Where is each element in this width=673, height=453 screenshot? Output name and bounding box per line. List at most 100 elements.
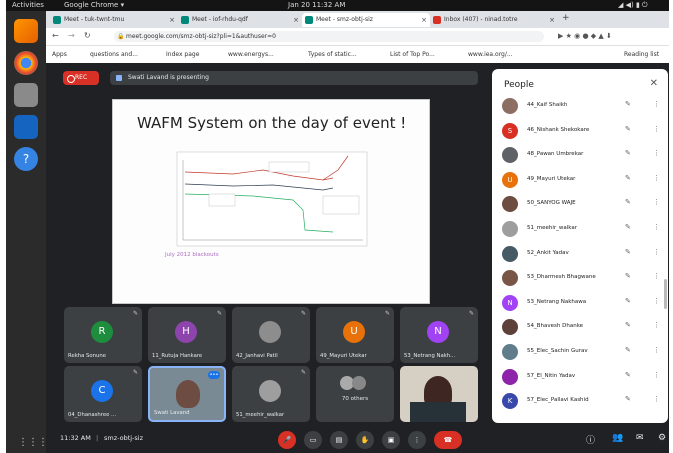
- reading-list[interactable]: Reading list: [624, 46, 659, 63]
- more-vert-icon[interactable]: ⋮: [653, 100, 660, 108]
- presenter-video-tile[interactable]: ••• Swati Lavand: [148, 366, 226, 422]
- app-grid-icon[interactable]: ⋮⋮⋮: [18, 437, 48, 448]
- bookmark-energys[interactable]: www.energys...: [228, 46, 274, 63]
- more-vert-icon[interactable]: ⋮: [653, 149, 660, 157]
- participant-tile[interactable]: ✎ R Rekha Sonune: [64, 307, 142, 363]
- people-list-item[interactable]: 55_Elec_Sachin Gurav ✎ ⋮: [502, 341, 662, 363]
- chat-icon[interactable]: ✉: [636, 433, 644, 443]
- files-icon[interactable]: [14, 83, 38, 107]
- participant-name: 55_Elec_Sachin Gurav: [527, 348, 588, 354]
- more-vert-icon[interactable]: ⋮: [653, 248, 660, 256]
- participant-name: 53_Dharmesh Bhagwane: [527, 274, 596, 281]
- clock[interactable]: Jan 20 11:32 AM: [288, 0, 345, 11]
- participant-name: 57_Elec_Pallavi Kashid: [527, 397, 589, 404]
- people-list-item[interactable]: 54_Bhavesh Dhanke ✎ ⋮: [502, 316, 662, 338]
- bookmark-iea[interactable]: www.iea.org/...: [468, 46, 513, 63]
- more-vert-icon[interactable]: ⋮: [653, 371, 660, 379]
- present-button[interactable]: ▣: [382, 431, 400, 449]
- system-tray-icons[interactable]: ◢ ◀) ▮ ⏻: [618, 0, 648, 11]
- meeting-time: 11:32 AM: [60, 434, 91, 442]
- mic-off-button[interactable]: 🎤: [278, 431, 296, 449]
- mic-off-icon: ✎: [625, 321, 631, 330]
- people-list-item[interactable]: S 46_Nishank Shekokare ✎ ⋮: [502, 120, 662, 142]
- meet-icon: [53, 16, 61, 24]
- close-tab-icon[interactable]: ×: [293, 13, 299, 27]
- participant-tile[interactable]: ✎ N 53_Netrang Nakh...: [400, 307, 478, 363]
- more-vert-icon[interactable]: ⋮: [653, 198, 660, 206]
- more-options-button[interactable]: ⋮: [408, 431, 426, 449]
- tab-label: Meet - iof-rhdu-qdf: [192, 16, 248, 23]
- meet-icon: [181, 16, 189, 24]
- tab-meet-3[interactable]: Meet - smz-obtj-siz ×: [302, 13, 430, 27]
- browser-chrome: Meet - tuk-twnt-tmu × Meet - iof-rhdu-qd…: [46, 11, 669, 63]
- bookmark-top-po[interactable]: List of Top Po...: [390, 46, 435, 63]
- camera-button[interactable]: ▭: [304, 431, 322, 449]
- app-menu[interactable]: Google Chrome ▾: [64, 0, 124, 11]
- people-list-item[interactable]: U 49_Mayuri Utekar ✎ ⋮: [502, 169, 662, 191]
- chrome-icon[interactable]: [14, 51, 38, 75]
- bookmarks-bar: Apps questions and... Index page www.ene…: [46, 45, 669, 63]
- forward-icon[interactable]: →: [68, 31, 75, 40]
- close-tab-icon[interactable]: ×: [549, 13, 555, 27]
- firefox-icon[interactable]: [14, 19, 38, 43]
- people-list-item[interactable]: N 53_Netrang Nakhawa ✎ ⋮: [502, 292, 662, 314]
- people-list-item[interactable]: 44_Kaif Shaikh ✎ ⋮: [502, 95, 662, 117]
- bookmark-questions[interactable]: questions and...: [90, 46, 138, 63]
- new-tab-button[interactable]: +: [562, 13, 570, 23]
- scrollbar[interactable]: [664, 279, 667, 309]
- people-list-item[interactable]: 50_SANYOG WAJE ✎ ⋮: [502, 193, 662, 215]
- tab-meet-2[interactable]: Meet - iof-rhdu-qdf ×: [178, 13, 302, 27]
- activities-button[interactable]: Activities: [12, 0, 44, 11]
- more-vert-icon[interactable]: ⋮: [653, 321, 660, 329]
- writer-icon[interactable]: [14, 115, 38, 139]
- reload-icon[interactable]: ↻: [84, 31, 91, 40]
- more-vert-icon[interactable]: ⋮: [653, 395, 660, 403]
- tab-meet-1[interactable]: Meet - tuk-twnt-tmu ×: [50, 13, 178, 27]
- avatar-photo: [352, 376, 366, 390]
- participant-tile[interactable]: ✎ H 11_Rutuja Hankare: [148, 307, 226, 363]
- others-tile[interactable]: 70 others: [316, 366, 394, 422]
- participant-name: 42_Janhavi Patil: [236, 353, 278, 359]
- people-list-item[interactable]: 53_Dharmesh Bhagwane ✎ ⋮: [502, 267, 662, 289]
- bookmark-apps[interactable]: Apps: [52, 46, 67, 63]
- url-text: meet.google.com/smz-obtj-siz?pli=1&authu…: [126, 33, 276, 40]
- people-list-item[interactable]: 52_Ankit Yadav ✎ ⋮: [502, 243, 662, 265]
- tab-inbox[interactable]: Inbox (407) - ninad.totre ×: [430, 13, 558, 27]
- avatar-photo: [259, 380, 281, 402]
- more-vert-icon[interactable]: ⋮: [653, 223, 660, 231]
- participant-tile[interactable]: ✎ 51_meehir_walkar: [232, 366, 310, 422]
- people-list-item[interactable]: 48_Pawan Umbrekar ✎ ⋮: [502, 144, 662, 166]
- people-list-item[interactable]: 51_meehir_walkar ✎ ⋮: [502, 218, 662, 240]
- participant-tile[interactable]: ✎ U 49_Mayuri Utekar: [316, 307, 394, 363]
- people-list-item[interactable]: K 57_Elec_Pallavi Kashid ✎ ⋮: [502, 390, 662, 412]
- participant-tile[interactable]: ✎ C 04_Dhanashree ...: [64, 366, 142, 422]
- more-vert-icon[interactable]: ⋮: [653, 346, 660, 354]
- close-icon[interactable]: ✕: [650, 78, 658, 89]
- leave-call-button[interactable]: ☎: [434, 431, 462, 449]
- activities-icon[interactable]: ⚙: [658, 433, 666, 443]
- captions-button[interactable]: ▤: [330, 431, 348, 449]
- back-icon[interactable]: ←: [52, 31, 59, 40]
- more-vert-icon[interactable]: ⋮: [653, 125, 660, 133]
- avatar: [502, 196, 518, 213]
- mic-off-icon: ✎: [300, 369, 306, 376]
- bookmark-index[interactable]: Index page: [166, 46, 199, 63]
- address-bar[interactable]: 🔒 meet.google.com/smz-obtj-siz?pli=1&aut…: [114, 31, 544, 42]
- more-vert-icon[interactable]: ⋮: [653, 297, 660, 305]
- more-vert-icon[interactable]: ⋮: [653, 272, 660, 280]
- close-tab-icon[interactable]: ×: [169, 13, 175, 27]
- close-tab-icon[interactable]: ×: [421, 13, 427, 27]
- info-icon[interactable]: ⓘ: [586, 433, 595, 446]
- participant-video-tile[interactable]: [400, 366, 478, 422]
- mic-off-icon: ✎: [625, 149, 631, 158]
- participant-tile[interactable]: ✎ 42_Janhavi Patil: [232, 307, 310, 363]
- avatar: [502, 245, 518, 262]
- bookmark-types-static[interactable]: Types of static...: [308, 46, 357, 63]
- avatar: H: [175, 321, 197, 343]
- more-vert-icon[interactable]: ⋮: [653, 174, 660, 182]
- raise-hand-button[interactable]: ✋: [356, 431, 374, 449]
- people-list-item[interactable]: 57_El_Nitin Yadav ✎ ⋮: [502, 366, 662, 388]
- people-icon[interactable]: 👥: [612, 433, 623, 443]
- help-icon[interactable]: ?: [14, 147, 38, 171]
- extensions-icons[interactable]: ▶ ★ ◉ ● ◆ ▲ ⬇: [558, 32, 612, 40]
